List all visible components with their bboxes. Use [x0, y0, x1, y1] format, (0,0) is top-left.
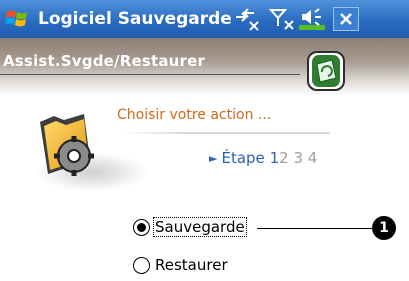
backup-app-icon: [307, 51, 345, 91]
radio-sauvegarde[interactable]: Sauvegarde: [133, 217, 247, 237]
app-title: Logiciel Sauvegarde: [38, 9, 232, 29]
callout-line: [257, 228, 372, 229]
step-3: 3: [293, 149, 303, 167]
step-current: 1: [269, 149, 280, 167]
callout-marker: 1: [372, 216, 396, 240]
header-divider: [0, 74, 300, 75]
step-divider: [121, 132, 330, 134]
radio-label-restaurer[interactable]: Restaurer: [154, 256, 229, 274]
windows-start-icon[interactable]: [4, 6, 30, 32]
step-indicator: ► Étape 12 3 4: [209, 149, 317, 167]
step-arrow-icon: ►: [209, 152, 218, 165]
volume-icon[interactable]: [296, 6, 328, 32]
wizard-title: Assist.Svgde/Restaurer: [3, 52, 206, 70]
connectivity-icon[interactable]: [232, 6, 262, 32]
step-4: 4: [307, 149, 318, 167]
wizard-header: Assist.Svgde/Restaurer: [0, 38, 409, 96]
step-2: 2: [279, 149, 289, 167]
radio-label-sauvegarde[interactable]: Sauvegarde: [153, 217, 247, 237]
step-word: Étape: [221, 149, 265, 167]
radio-button-selected[interactable]: [133, 218, 150, 236]
choose-action-label: Choisir votre action ...: [117, 107, 272, 123]
radio-restaurer[interactable]: Restaurer: [133, 256, 229, 274]
title-bar: Logiciel Sauvegarde: [0, 0, 409, 38]
close-button[interactable]: [333, 7, 359, 31]
signal-off-icon[interactable]: [268, 6, 298, 32]
radio-button-unselected[interactable]: [133, 256, 150, 274]
close-icon: [340, 13, 352, 25]
